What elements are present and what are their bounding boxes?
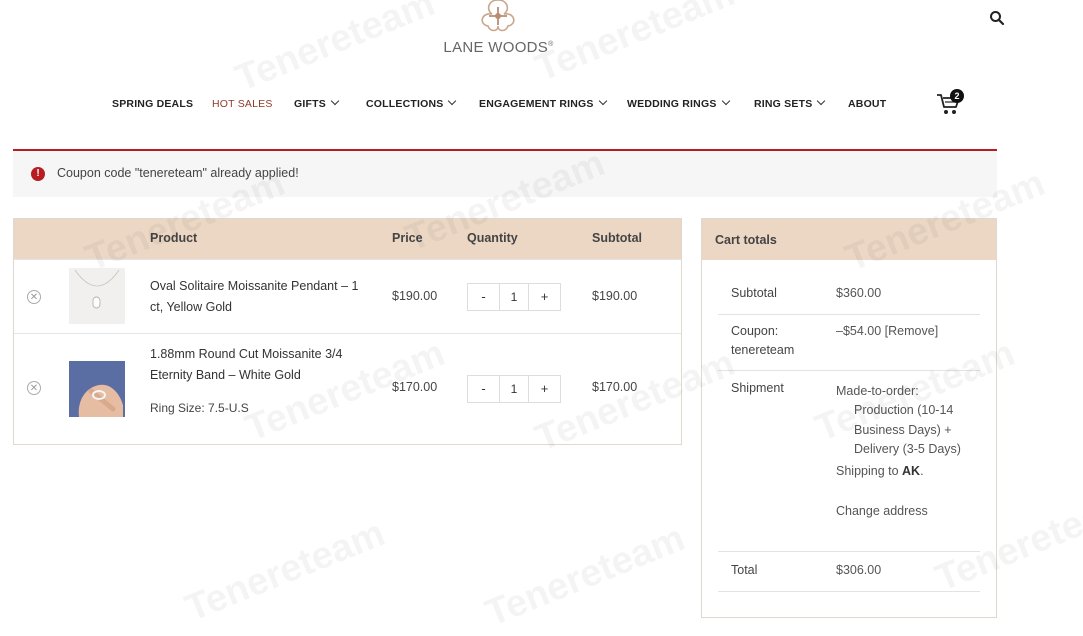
header-price: Price [392, 231, 423, 245]
shipment-label: Shipment [731, 381, 784, 395]
subtotal-label: Subtotal [731, 286, 777, 300]
nav-ring-sets[interactable]: RING SETS [754, 96, 826, 110]
nav-wedding-rings[interactable]: WEDDING RINGS [627, 96, 730, 110]
watermark-2: Tenereteam [530, 0, 741, 91]
cart-totals-title: Cart totals [715, 233, 777, 247]
table-row: ✕ 1.88mm Round Cut Moissanite 3/4 Eterni… [14, 333, 681, 445]
notice-text: Coupon code "tenereteam" already applied… [57, 166, 299, 180]
subtotal-value: $360.00 [836, 286, 882, 300]
site-logo[interactable]: LANE WOODS® [441, 0, 556, 60]
chevron-down-icon [448, 96, 457, 106]
watermark-1: Tenereteam [230, 0, 441, 101]
nav-about[interactable]: ABOUT [848, 98, 886, 110]
nav-gifts[interactable]: GIFTS [294, 96, 340, 110]
cart-count-badge: 2 [950, 89, 964, 103]
chevron-down-icon [598, 96, 607, 106]
total-label: Total [731, 563, 758, 577]
product-variation: Ring Size: 7.5-U.S [150, 401, 249, 415]
nav-engagement-rings[interactable]: ENGAGEMENT RINGS [479, 96, 607, 110]
quantity-input[interactable] [499, 376, 529, 402]
table-header: Product Price Quantity Subtotal [14, 219, 681, 259]
chevron-down-icon [817, 96, 826, 106]
clover-logo-icon [481, 0, 515, 32]
remove-item-icon[interactable]: ✕ [27, 290, 41, 304]
item-subtotal: $190.00 [592, 289, 638, 303]
increase-qty-button[interactable]: + [528, 376, 560, 402]
header-product: Product [150, 231, 198, 245]
coupon-notice: ! Coupon code "tenereteam" already appli… [13, 149, 997, 197]
subtotal-row: Subtotal $360.00 [718, 274, 980, 315]
cart-totals-header: Cart totals [702, 219, 996, 260]
item-subtotal: $170.00 [592, 380, 638, 394]
chevron-down-icon [330, 96, 340, 106]
total-row: Total $306.00 [718, 551, 980, 592]
watermark-9: Tenereteam [180, 512, 391, 631]
item-price: $170.00 [392, 380, 438, 394]
watermark-10: Tenereteam [480, 517, 691, 636]
product-name-link[interactable]: Oval Solitaire Moissanite Pendant – 1 ct… [150, 276, 375, 318]
remove-item-icon[interactable]: ✕ [27, 381, 41, 395]
product-name-link[interactable]: 1.88mm Round Cut Moissanite 3/4 Eternity… [150, 344, 375, 386]
shipping-destination: Shipping to AK. [836, 464, 924, 478]
nav-spring-deals[interactable]: SPRING DEALS [112, 98, 193, 110]
remove-coupon-link[interactable]: [Remove] [885, 324, 939, 338]
change-address-link[interactable]: Change address [836, 502, 928, 522]
error-icon: ! [31, 167, 45, 181]
quantity-stepper: - + [467, 375, 561, 403]
decrease-qty-button[interactable]: - [468, 284, 500, 310]
header-subtotal: Subtotal [592, 231, 642, 245]
item-price: $190.00 [392, 289, 438, 303]
product-thumbnail[interactable] [69, 361, 125, 417]
coupon-row: Coupon: tenereteam –$54.00 [Remove] [718, 314, 980, 371]
product-thumbnail[interactable] [69, 268, 125, 324]
header-quantity: Quantity [467, 231, 518, 245]
search-icon[interactable] [989, 10, 1005, 26]
brand-name: LANE WOODS® [443, 39, 554, 56]
decrease-qty-button[interactable]: - [468, 376, 500, 402]
shipment-detail: Production (10-14 Business Days) + Deliv… [854, 403, 961, 456]
quantity-input[interactable] [499, 284, 529, 310]
shipment-row: Shipment Made-to-order: Production (10-1… [718, 370, 980, 552]
shipment-method: Made-to-order: [836, 384, 919, 398]
table-row: ✕ Oval Solitaire Moissanite Pendant – 1 … [14, 259, 681, 334]
nav-collections[interactable]: COLLECTIONS [366, 96, 457, 110]
total-value: $306.00 [836, 563, 882, 577]
chevron-down-icon [721, 96, 730, 106]
cart-totals: Cart totals Subtotal $360.00 Coupon: ten… [701, 218, 997, 618]
increase-qty-button[interactable]: + [528, 284, 560, 310]
nav-hot-sales[interactable]: HOT SALES [212, 98, 273, 110]
cart-table: Product Price Quantity Subtotal ✕ Oval S… [13, 218, 682, 445]
coupon-label: Coupon: tenereteam [731, 324, 795, 357]
coupon-value: –$54.00 [Remove] [836, 324, 939, 338]
quantity-stepper: - + [467, 283, 561, 311]
